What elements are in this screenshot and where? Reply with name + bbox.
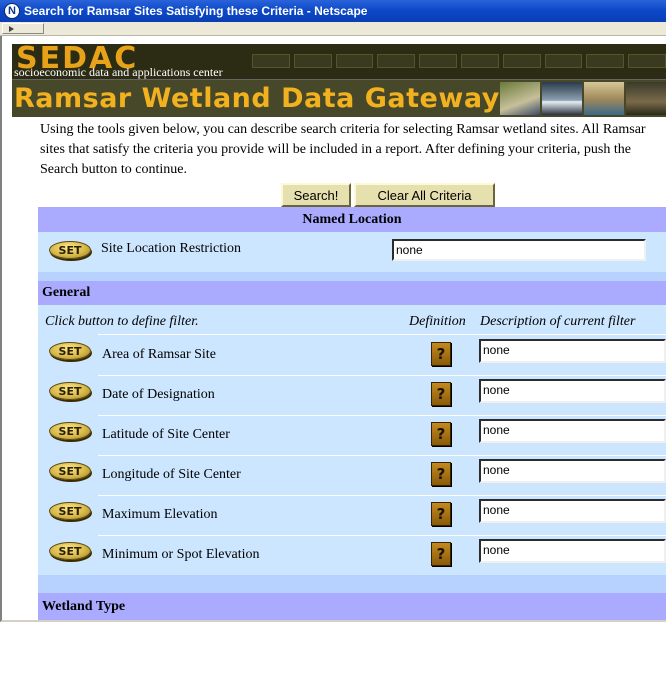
sedac-tagline: socioeconomic data and applications cent… — [14, 65, 223, 79]
help-maximum-elevation-icon[interactable]: ? — [431, 502, 451, 526]
sedac-banner: SEDAC socioeconomic data and application… — [12, 44, 666, 117]
help-latitude-icon[interactable]: ? — [431, 422, 451, 446]
filter-field-date-designation[interactable]: none — [479, 379, 666, 403]
description-column-header: Description of current filter — [480, 314, 636, 329]
toolbar-expand-handle[interactable] — [2, 23, 44, 34]
set-longitude-button[interactable]: SET — [49, 462, 91, 480]
set-area-button[interactable]: SET — [49, 342, 91, 360]
filter-label-minimum-elevation: Minimum or Spot Elevation — [102, 547, 260, 562]
filter-field-latitude[interactable]: none — [479, 419, 666, 443]
help-area-icon[interactable]: ? — [431, 342, 451, 366]
intro-text: Using the tools given below, you can des… — [40, 122, 646, 177]
filter-label-maximum-elevation: Maximum Elevation — [102, 507, 218, 522]
help-date-designation-icon[interactable]: ? — [431, 382, 451, 406]
filter-field-longitude[interactable]: none — [479, 459, 666, 483]
site-location-label: Site Location Restriction — [101, 241, 241, 256]
named-location-heading: Named Location — [38, 207, 666, 232]
filter-field-maximum-elevation[interactable]: none — [479, 499, 666, 523]
wetland-type-heading: Wetland Type — [38, 593, 666, 620]
action-button-row: Search! Clear All Criteria — [38, 183, 666, 207]
filter-label-area: Area of Ramsar Site — [102, 347, 216, 362]
collapsed-toolbar — [0, 22, 666, 36]
search-button[interactable]: Search! — [281, 183, 351, 207]
definition-column-header: Definition — [409, 314, 466, 329]
set-latitude-button[interactable]: SET — [49, 422, 91, 440]
banner-decoration-strip — [252, 54, 666, 68]
filter-label-date-designation: Date of Designation — [102, 387, 215, 402]
filter-label-latitude: Latitude of Site Center — [102, 427, 230, 442]
help-longitude-icon[interactable]: ? — [431, 462, 451, 486]
gateway-title: Ramsar Wetland Data Gateway — [14, 83, 500, 114]
help-minimum-elevation-icon[interactable]: ? — [431, 542, 451, 566]
window-title: Search for Ramsar Sites Satisfying these… — [24, 4, 368, 18]
general-heading: General — [38, 281, 666, 305]
filter-field-minimum-elevation[interactable]: none — [479, 539, 666, 563]
netscape-icon: N — [4, 3, 20, 19]
filter-label-longitude: Longitude of Site Center — [102, 467, 241, 482]
set-minimum-elevation-button[interactable]: SET — [49, 542, 91, 560]
wetland-photos — [500, 82, 666, 115]
site-location-field[interactable]: none — [392, 239, 646, 261]
clear-all-criteria-button[interactable]: Clear All Criteria — [354, 183, 495, 207]
window-titlebar: N Search for Ramsar Sites Satisfying the… — [0, 0, 666, 22]
filter-instruction: Click button to define filter. — [45, 314, 199, 329]
set-site-location-button[interactable]: SET — [49, 241, 91, 259]
set-date-designation-button[interactable]: SET — [49, 382, 91, 400]
set-maximum-elevation-button[interactable]: SET — [49, 502, 91, 520]
filter-field-area[interactable]: none — [479, 339, 666, 363]
